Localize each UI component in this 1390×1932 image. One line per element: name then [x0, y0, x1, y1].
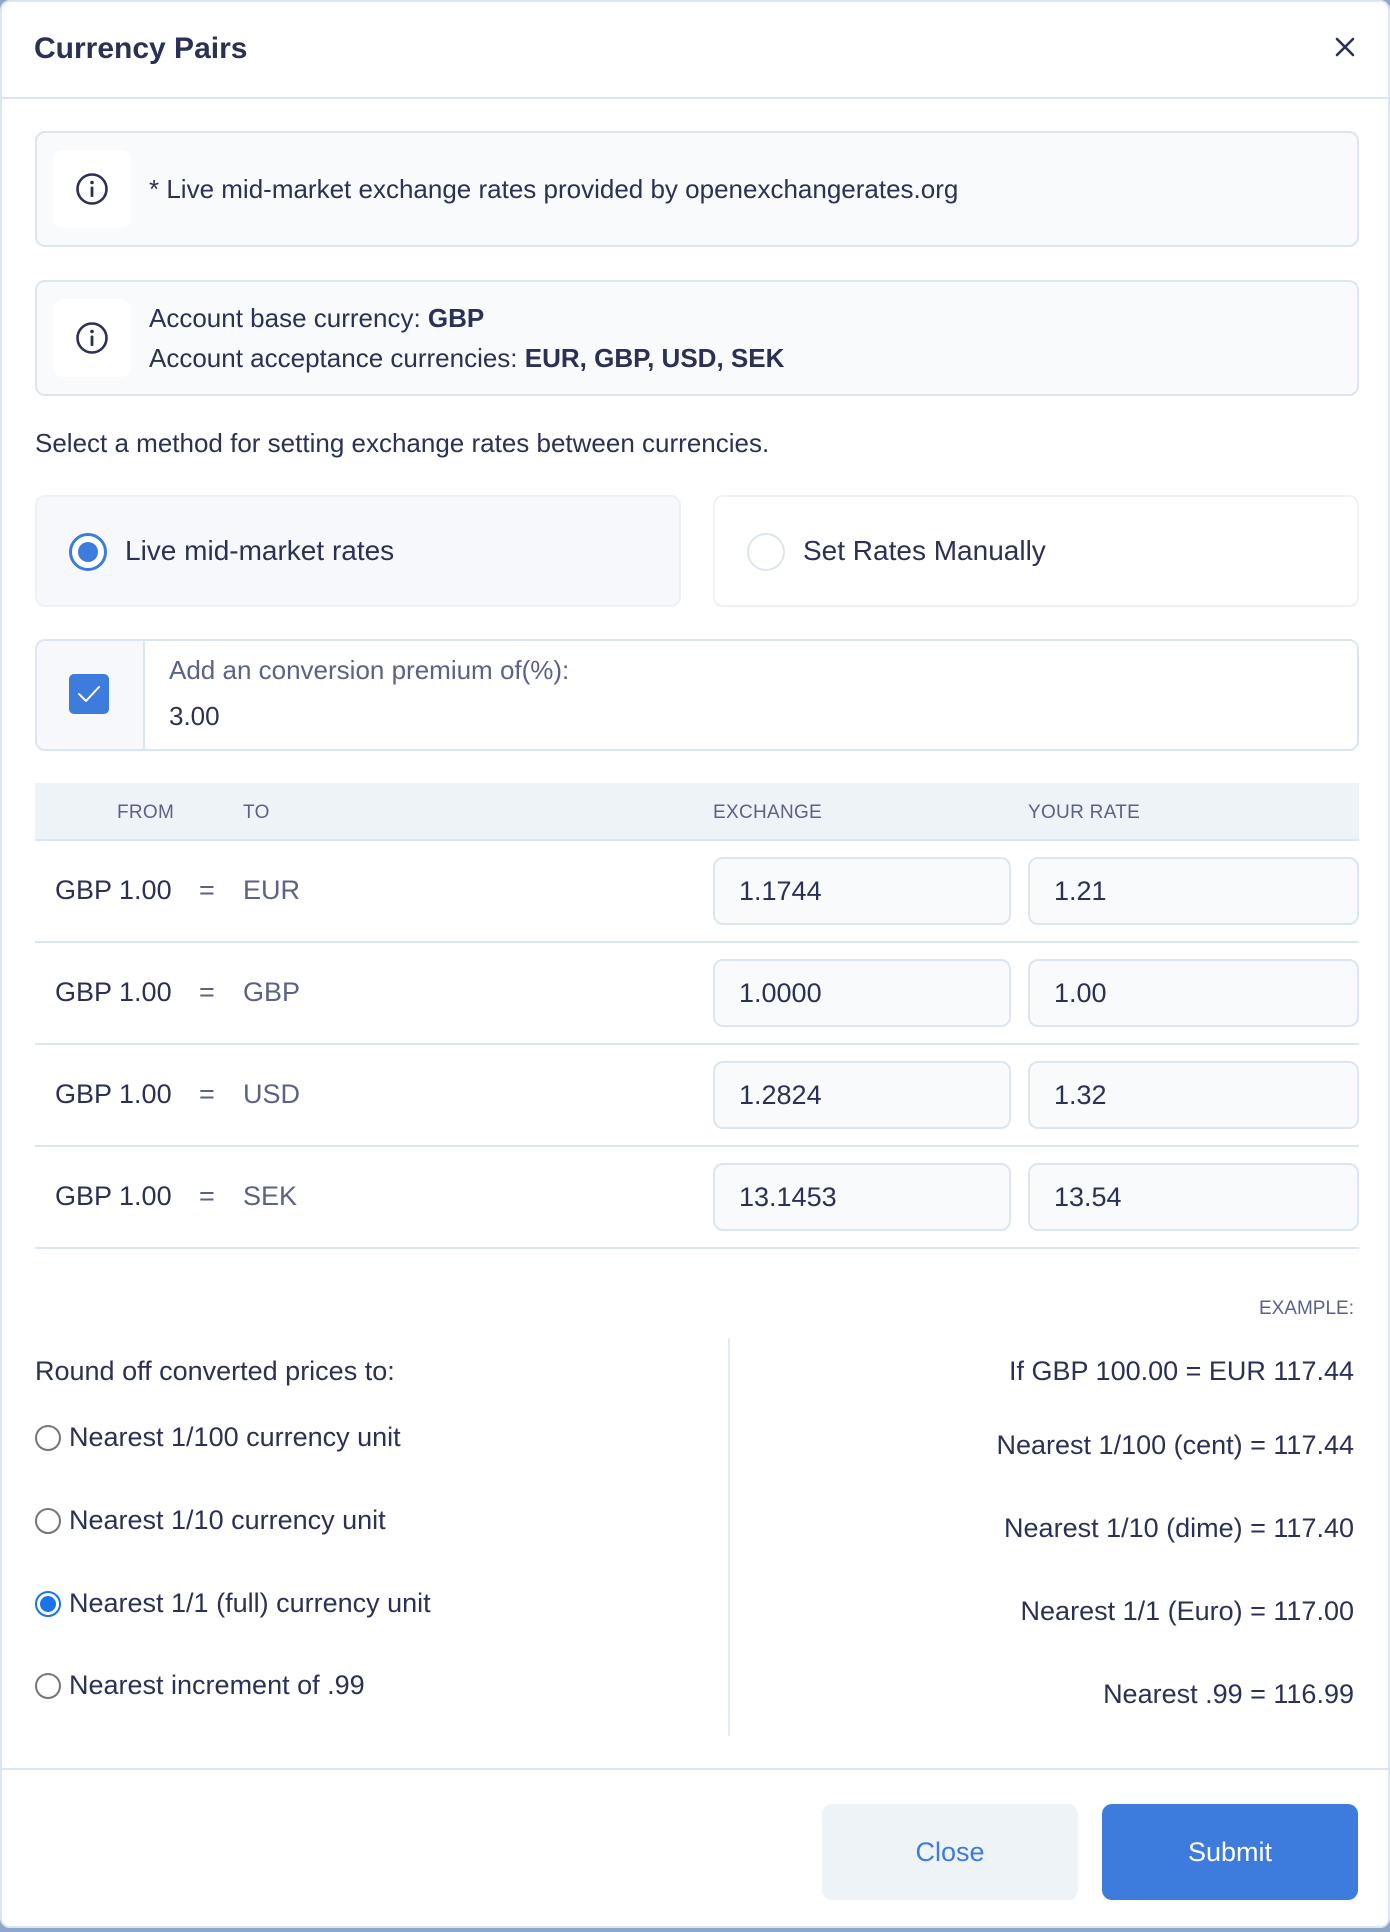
- your-rate-input[interactable]: [1028, 959, 1359, 1027]
- exchange-rate-input[interactable]: [713, 959, 1011, 1027]
- acceptance-currencies-value: EUR, GBP, USD, SEK: [524, 343, 785, 373]
- rounding-option-cent[interactable]: Nearest 1/100 currency unit: [35, 1422, 401, 1453]
- equals-sign: =: [199, 1181, 215, 1211]
- equals-sign: =: [199, 875, 215, 905]
- your-rate-input[interactable]: [1028, 1163, 1359, 1231]
- header-exchange: EXCHANGE: [713, 802, 823, 823]
- rounding-option-99[interactable]: Nearest increment of .99: [35, 1670, 365, 1701]
- close-dialog-button[interactable]: [1328, 30, 1362, 64]
- section-divider: [728, 1338, 730, 1736]
- rounding-radio[interactable]: [35, 1590, 61, 1617]
- manual-rates-radio[interactable]: [747, 533, 785, 571]
- live-rates-radio[interactable]: [69, 533, 107, 571]
- rounding-title: Round off converted prices to:: [35, 1356, 395, 1386]
- from-amount: GBP 1.00: [55, 1181, 172, 1211]
- equals-sign: =: [199, 977, 215, 1007]
- from-amount: GBP 1.00: [55, 1079, 172, 1109]
- to-currency: EUR: [243, 875, 301, 905]
- method-option-manual-rates[interactable]: Set Rates Manually: [713, 495, 1359, 607]
- dialog-footer: Close Submit: [2, 1768, 1388, 1926]
- dialog-header: Currency Pairs: [2, 2, 1388, 99]
- header-your-rate: YOUR RATE: [1028, 802, 1141, 823]
- your-rate-input[interactable]: [1028, 1061, 1359, 1129]
- example-line: Nearest .99 = 116.99: [1103, 1679, 1354, 1709]
- account-currency-info-box: Account base currency: GBP Account accep…: [35, 280, 1359, 396]
- to-currency: USD: [243, 1079, 301, 1109]
- rounding-radio[interactable]: [35, 1507, 61, 1534]
- table-row: GBP 1.00 = SEK: [35, 1147, 1359, 1249]
- rates-table-header: FROM TO EXCHANGE YOUR RATE: [35, 783, 1359, 841]
- base-currency-line: Account base currency: GBP: [149, 303, 485, 333]
- base-currency-value: GBP: [427, 303, 485, 333]
- exchange-rate-input[interactable]: [713, 1163, 1011, 1231]
- premium-input[interactable]: [169, 701, 669, 732]
- example-line: If GBP 100.00 = EUR 117.44: [1009, 1356, 1354, 1386]
- to-currency: SEK: [243, 1181, 298, 1211]
- close-button[interactable]: Close: [822, 1804, 1078, 1900]
- example-line: Nearest 1/1 (Euro) = 117.00: [1020, 1596, 1354, 1626]
- table-row: GBP 1.00 = GBP: [35, 943, 1359, 1045]
- header-from: FROM: [117, 802, 175, 823]
- table-row: GBP 1.00 = USD: [35, 1045, 1359, 1147]
- from-amount: GBP 1.00: [55, 875, 172, 905]
- equals-sign: =: [199, 1079, 215, 1109]
- to-currency: GBP: [243, 977, 301, 1007]
- exchange-rate-input[interactable]: [713, 857, 1011, 925]
- acceptance-currencies-line: Account acceptance currencies: EUR, GBP,…: [149, 343, 785, 373]
- manual-rates-label: Set Rates Manually: [803, 535, 1046, 566]
- conversion-premium-group: Add an conversion premium of(%):: [35, 639, 1359, 751]
- info-icon: [76, 173, 108, 205]
- dialog-title: Currency Pairs: [34, 32, 248, 65]
- submit-button[interactable]: Submit: [1102, 1804, 1358, 1900]
- example-line: Nearest 1/100 (cent) = 117.44: [996, 1430, 1354, 1460]
- live-rates-label: Live mid-market rates: [125, 535, 395, 566]
- from-amount: GBP 1.00: [55, 977, 172, 1007]
- provider-note: * Live mid-market exchange rates provide…: [149, 174, 959, 204]
- currency-pairs-dialog: Currency Pairs * Live mid-market exchang…: [0, 0, 1390, 1928]
- method-option-live-rates[interactable]: Live mid-market rates: [35, 495, 681, 607]
- header-to: TO: [243, 802, 270, 823]
- table-row: GBP 1.00 = EUR: [35, 841, 1359, 943]
- your-rate-input[interactable]: [1028, 857, 1359, 925]
- premium-checkbox[interactable]: [69, 674, 109, 714]
- exchange-rate-input[interactable]: [713, 1061, 1011, 1129]
- rounding-option-dime[interactable]: Nearest 1/10 currency unit: [35, 1505, 386, 1536]
- rounding-radio[interactable]: [35, 1424, 61, 1451]
- info-icon: [76, 322, 108, 354]
- rounding-option-full[interactable]: Nearest 1/1 (full) currency unit: [35, 1588, 431, 1619]
- rounding-radio[interactable]: [35, 1672, 61, 1699]
- checkmark-icon: [78, 686, 100, 702]
- close-icon: [1335, 37, 1355, 57]
- example-label: EXAMPLE:: [1258, 1298, 1354, 1319]
- provider-info-box: * Live mid-market exchange rates provide…: [35, 131, 1359, 247]
- method-prompt: Select a method for setting exchange rat…: [35, 428, 770, 458]
- example-line: Nearest 1/10 (dime) = 117.40: [1004, 1513, 1354, 1543]
- premium-label: Add an conversion premium of(%):: [169, 655, 570, 685]
